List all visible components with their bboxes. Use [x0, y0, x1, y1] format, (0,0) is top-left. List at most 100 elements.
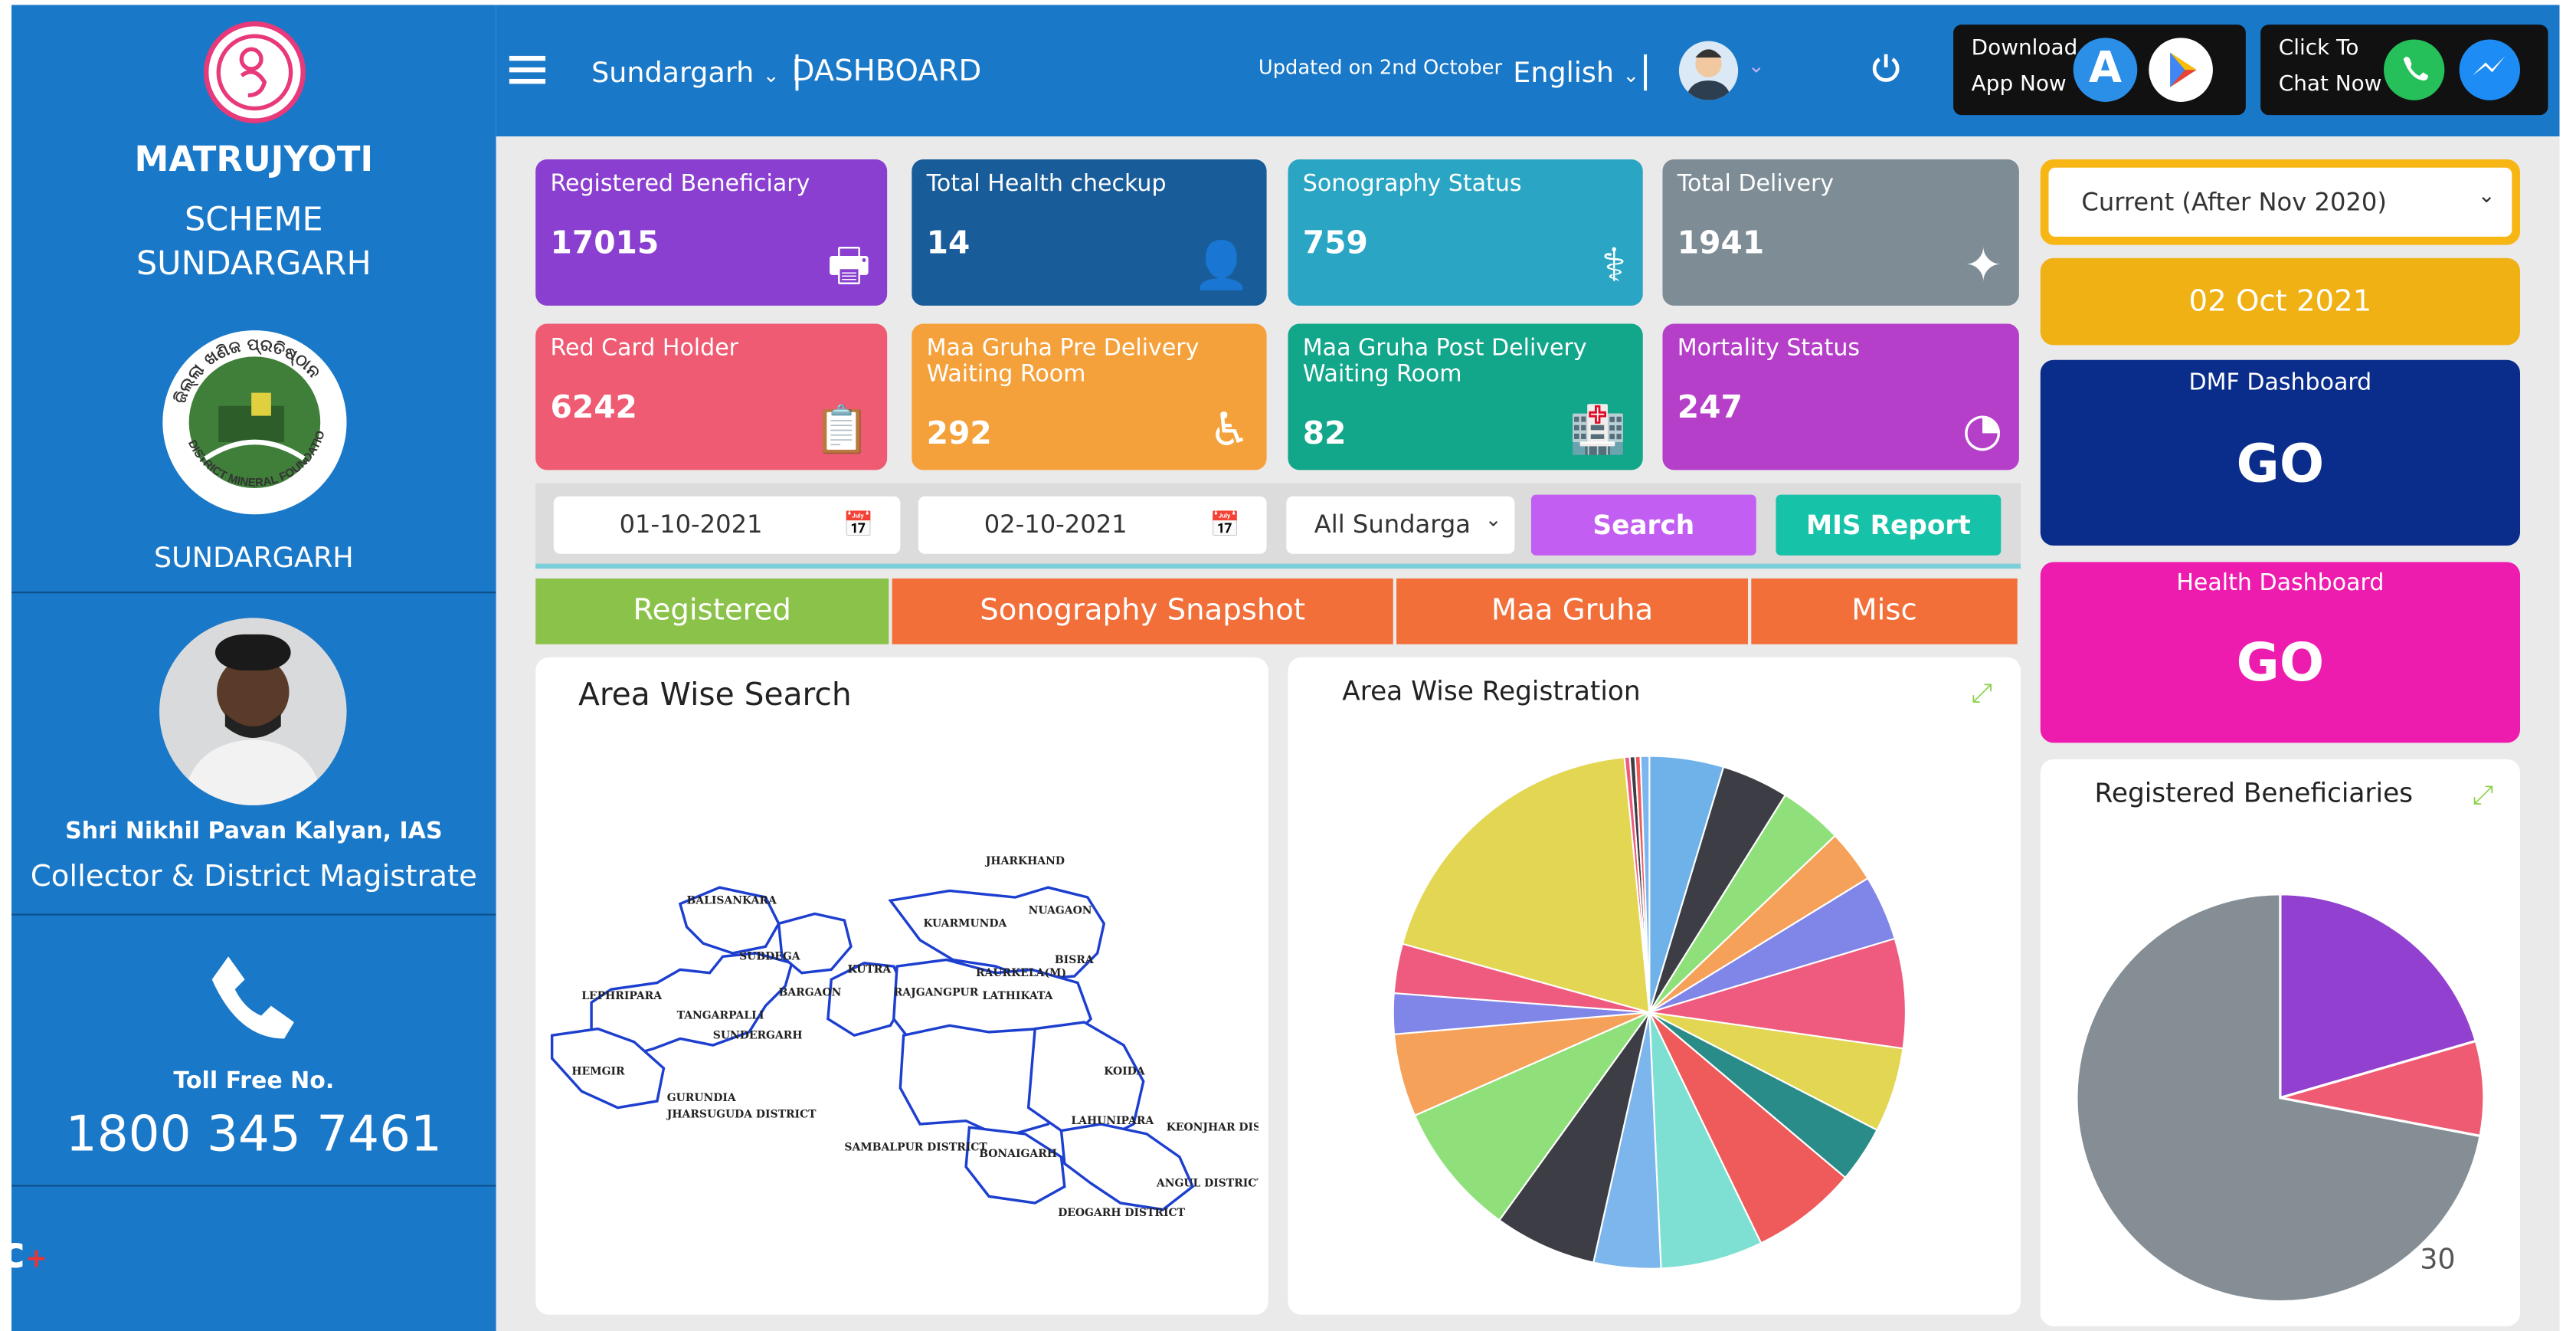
mis-report-button[interactable]: MIS Report	[1776, 494, 2002, 556]
stat-card[interactable]: Total Health checkup 14 👤	[912, 159, 1267, 306]
wheelchair-icon: ♿	[1209, 402, 1251, 457]
doctor-icon: ⚕	[1601, 238, 1627, 293]
stat-card[interactable]: Maa Gruha Pre Delivery Waiting Room 292 …	[912, 323, 1267, 470]
expand-icon[interactable]: ⤢	[2473, 779, 2493, 812]
date-box: 02 Oct 2021	[2040, 257, 2521, 346]
language-dropdown[interactable]: English ⌄|	[1513, 51, 1651, 92]
stat-card[interactable]: Sonography Status 759 ⚕	[1288, 159, 1643, 306]
dmf-dashboard-box[interactable]: DMF Dashboard GO	[2040, 359, 2521, 546]
map-label[interactable]: BALISANKARA	[686, 895, 776, 907]
map-label[interactable]: HEMGIR	[571, 1066, 625, 1078]
registered-pie-chart[interactable]	[2074, 890, 2487, 1304]
play-store-icon[interactable]	[2149, 38, 2213, 102]
user-avatar[interactable]	[1678, 41, 1739, 100]
power-icon[interactable]	[1870, 51, 1903, 84]
map-label[interactable]: KEONJHAR DISTRICT	[1167, 1122, 1259, 1134]
avatar-chevron-icon[interactable]: ⌄	[1748, 54, 1765, 77]
section-title: DASHBOARD	[791, 54, 982, 89]
map-region[interactable]	[1059, 1123, 1195, 1211]
map-label[interactable]: NUAGAON	[1029, 904, 1092, 916]
date-from-input[interactable]: 01-10-2021 📅	[553, 496, 901, 554]
download-line1: Download	[1971, 36, 2078, 61]
download-line2: App Now	[1971, 72, 2067, 97]
chat-box[interactable]: Click To Chat Now	[2260, 25, 2548, 116]
date-to-input[interactable]: 02-10-2021 📅	[918, 496, 1267, 554]
toll-free-number[interactable]: 1800 345 7461	[11, 1106, 496, 1163]
chevron-down-icon: ⌄	[762, 64, 780, 87]
app-store-icon[interactable]: A	[2073, 38, 2138, 102]
period-select-value: Current (After Nov 2020)	[2081, 187, 2387, 218]
search-button[interactable]: Search	[1530, 494, 1756, 556]
stat-card-value: 82	[1302, 415, 1347, 452]
download-app-box[interactable]: Download App Now A	[1953, 25, 2246, 116]
map-label[interactable]: SUBDEGA	[739, 951, 800, 963]
calendar-icon[interactable]: 📅	[843, 497, 874, 554]
dmf-go-button[interactable]: GO	[2041, 432, 2520, 494]
district-name: SUNDARGARH	[153, 542, 354, 575]
registered-pie-title: Registered Beneficiaries	[2094, 777, 2414, 809]
stat-card-value: 759	[1302, 225, 1368, 262]
stat-card[interactable]: Maa Gruha Post Delivery Waiting Room 82 …	[1288, 323, 1643, 470]
map-label[interactable]: TANGARPALLI	[677, 1010, 764, 1022]
map-label[interactable]: ANGUL DISTRICT	[1156, 1177, 1259, 1189]
map-label[interactable]: KOIDA	[1104, 1066, 1144, 1078]
whatsapp-icon[interactable]	[2384, 39, 2445, 100]
globe-icon: ◔	[1962, 402, 2003, 457]
map-label[interactable]: SUNDERGARH	[713, 1029, 803, 1041]
map-label[interactable]: BISRA	[1055, 954, 1094, 966]
toll-free-label: Toll Free No.	[173, 1068, 335, 1095]
area-pie-chart[interactable]	[1389, 752, 1915, 1278]
expand-icon[interactable]: ⤢	[1972, 677, 1992, 710]
tab-registered[interactable]: Registered	[535, 578, 889, 644]
updated-text: Updated on 2nd October	[1258, 55, 1503, 79]
top-bar: Sundargarh ⌄ | DASHBOARD Updated on 2nd …	[496, 5, 2560, 137]
map-region[interactable]	[964, 1126, 1066, 1205]
calendar-icon[interactable]: 📅	[1209, 497, 1240, 554]
hamburger-menu-icon[interactable]	[509, 55, 546, 86]
area-pie-panel: Area Wise Registration ⤢	[1288, 657, 2021, 1315]
map-label[interactable]: DEOGARH DISTRICT	[1058, 1207, 1185, 1219]
period-select[interactable]: Current (After Nov 2020) ⌄	[2048, 167, 2512, 237]
area-select[interactable]: All Sundarga ⌄	[1286, 496, 1515, 554]
divider	[11, 1185, 496, 1187]
health-go-button[interactable]: GO	[2041, 631, 2520, 693]
map-label[interactable]: LATHIKATA	[983, 990, 1053, 1002]
map-label[interactable]: BONAIGARH	[979, 1148, 1057, 1160]
map-label[interactable]: SAMBALPUR DISTRICT	[844, 1141, 987, 1153]
map-label[interactable]: KUTRA	[848, 964, 892, 976]
stat-card-value: 1941	[1677, 225, 1765, 262]
tab-sonography-snapshot[interactable]: Sonography Snapshot	[892, 578, 1393, 644]
map-label[interactable]: LEPHRIPARA	[581, 990, 662, 1002]
stat-card-label: Maa Gruha Pre Delivery Waiting Room	[926, 335, 1200, 388]
scheme-line2: SUNDARGARH	[136, 243, 372, 283]
tab-misc[interactable]: Misc	[1751, 578, 2018, 644]
map-label[interactable]: LAHUNIPARA	[1071, 1115, 1154, 1127]
messenger-icon[interactable]	[2459, 39, 2521, 100]
map-region[interactable]	[777, 912, 853, 975]
map-label[interactable]: JHARSUGUDA DISTRICT	[666, 1108, 817, 1120]
map-label[interactable]: JHARKHAND	[984, 855, 1065, 867]
district-map[interactable]: JHARKHAND NUAGAON BALISANKARA KUARMUNDA SUBD…	[542, 844, 1259, 1255]
scheme-line1: SCHEME	[185, 198, 323, 238]
tab-maa-gruha[interactable]: Maa Gruha	[1396, 578, 1748, 644]
map-label[interactable]: RAURKELA(M)	[976, 967, 1066, 979]
stat-card[interactable]: Red Card Holder 6242 📋	[535, 323, 888, 470]
chevron-down-icon: ⌄	[2477, 184, 2496, 209]
partial-logo-fragment: c+	[0, 1229, 47, 1279]
stat-card-label: Total Delivery	[1677, 171, 1835, 198]
map-label[interactable]: GURUNDIA	[667, 1092, 736, 1104]
stat-card[interactable]: Mortality Status 247 ◔	[1662, 323, 2019, 470]
area-select-value: All Sundarga	[1314, 509, 1471, 539]
area-pie-title: Area Wise Registration	[1342, 675, 1641, 707]
chat-line1: Click To	[2278, 36, 2359, 61]
stat-card[interactable]: Total Delivery 1941 ✦	[1662, 159, 2019, 306]
district-dropdown[interactable]: Sundargarh ⌄ |	[591, 51, 803, 92]
map-label[interactable]: KUARMUNDA	[923, 918, 1007, 930]
map-label[interactable]: BARGAON	[779, 987, 842, 999]
stat-card[interactable]: Registered Beneficiary 17015 🖶	[535, 159, 888, 306]
language-value: English	[1513, 57, 1614, 90]
district-dropdown-value: Sundargarh	[591, 57, 754, 90]
map-label[interactable]: RAJGANGPUR	[894, 987, 979, 999]
stat-card-label: Sonography Status	[1302, 171, 1522, 198]
health-dashboard-box[interactable]: Health Dashboard GO	[2040, 562, 2521, 743]
